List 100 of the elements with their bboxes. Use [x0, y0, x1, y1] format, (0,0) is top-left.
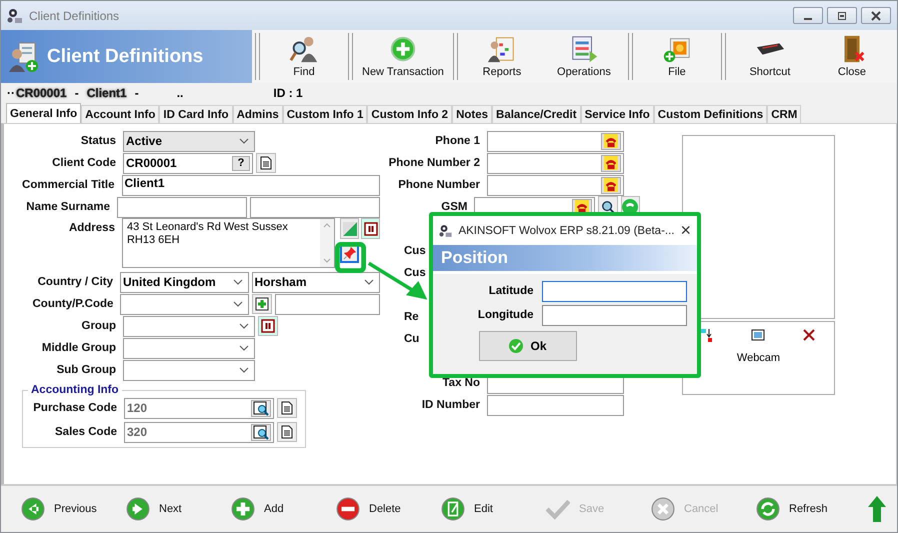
- tab[interactable]: Notes: [452, 105, 492, 123]
- close-button[interactable]: ×: [680, 220, 691, 241]
- webcam-label: Webcam: [736, 352, 780, 364]
- triangle-icon: [342, 220, 358, 236]
- tab[interactable]: Custom Info 2: [367, 105, 452, 123]
- address-field[interactable]: 43 St Leonard's Rd West Sussex RH13 6EH: [122, 218, 335, 268]
- phone-field[interactable]: [487, 152, 624, 174]
- ok-button[interactable]: Ok: [478, 331, 576, 361]
- tab[interactable]: Admins: [232, 105, 283, 123]
- document-button[interactable]: [277, 422, 297, 442]
- toolbar-button[interactable]: Find: [263, 33, 345, 80]
- chevron-icon: [364, 279, 374, 285]
- lookup-button[interactable]: [251, 424, 271, 440]
- lookup-button[interactable]: [251, 400, 271, 416]
- tab[interactable]: Service Info: [580, 105, 654, 123]
- tab[interactable]: CRM: [767, 105, 802, 123]
- chevron-icon: [239, 138, 249, 144]
- phone-button[interactable]: [601, 176, 621, 194]
- app-logo-icon: [439, 222, 452, 238]
- up-arrow-icon[interactable]: [867, 495, 887, 523]
- document-button[interactable]: [277, 398, 297, 418]
- app-logo-icon: [7, 8, 23, 24]
- plus-icon: [231, 497, 255, 521]
- toolbar-button[interactable]: Reports: [460, 33, 543, 80]
- delete-icon[interactable]: [802, 328, 816, 342]
- close-button[interactable]: [861, 7, 891, 24]
- client-card-icon: [7, 40, 41, 74]
- action-button[interactable]: Add: [231, 494, 336, 524]
- tab[interactable]: General Info: [6, 103, 82, 123]
- page-heading: Client Definitions: [47, 46, 204, 68]
- toolbar-button[interactable]: Shortcut: [728, 33, 811, 80]
- record-prefix: ··: [7, 86, 15, 100]
- chevron-icon: [239, 323, 249, 329]
- surname-field[interactable]: [250, 196, 380, 218]
- phone-field[interactable]: [487, 130, 624, 152]
- tab[interactable]: ID Card Info: [159, 105, 233, 123]
- record-dots: ..: [176, 86, 184, 100]
- toolbar-button[interactable]: File: [636, 33, 718, 80]
- pencil-icon: [441, 497, 465, 521]
- coordinate-field[interactable]: [542, 304, 686, 326]
- toolbar-button[interactable]: New Transaction: [356, 33, 450, 80]
- cancel-icon: [651, 497, 675, 521]
- pause-button[interactable]: [258, 316, 278, 336]
- phone-button[interactable]: [601, 132, 621, 150]
- check-icon: [546, 497, 570, 521]
- action-button[interactable]: Delete: [336, 494, 441, 524]
- action-button[interactable]: Next: [126, 494, 231, 524]
- text-field[interactable]: [487, 394, 624, 416]
- phone-icon: [604, 156, 618, 170]
- action-button[interactable]: Edit: [441, 494, 546, 524]
- tab[interactable]: Account Info: [81, 105, 160, 123]
- code-field[interactable]: 320: [124, 422, 274, 442]
- maximize-button[interactable]: [827, 7, 857, 24]
- pause-icon: [261, 319, 275, 333]
- tab[interactable]: Custom Definitions: [654, 105, 768, 123]
- window-title: Client Definitions: [29, 8, 120, 22]
- chevron-icon: [233, 301, 244, 307]
- action-button[interactable]: Refresh: [756, 494, 861, 524]
- coordinate-field[interactable]: [542, 280, 686, 302]
- search-icon: [253, 400, 269, 416]
- tab[interactable]: Custom Info 1: [282, 105, 368, 123]
- record-id: ID : 1: [273, 86, 303, 100]
- field-label: Cus: [404, 267, 426, 279]
- field-label: ID Number: [420, 399, 481, 411]
- toolbar-button[interactable]: Close: [810, 33, 893, 80]
- screen-icon[interactable]: [751, 328, 766, 342]
- field-label: Phone Number 2: [388, 157, 481, 169]
- name-field[interactable]: [117, 196, 247, 218]
- dropdown[interactable]: Active: [123, 130, 255, 152]
- action-button[interactable]: Previous: [21, 494, 126, 524]
- tab[interactable]: Balance/Credit: [492, 105, 581, 123]
- phone-field[interactable]: [487, 174, 624, 196]
- record-code: CR00001: [16, 86, 67, 100]
- pointer-arrow: [367, 261, 429, 301]
- minimize-button[interactable]: [793, 7, 823, 24]
- minus-icon: [336, 497, 360, 521]
- client-code-field[interactable]: CR00001 ?: [123, 152, 253, 174]
- field-label: Middle Group: [40, 342, 117, 354]
- pause-button[interactable]: [361, 218, 380, 239]
- field-label: GSM: [440, 201, 468, 213]
- field-label: Status: [80, 135, 117, 147]
- help-button[interactable]: ?: [232, 156, 250, 170]
- check-icon: [508, 338, 524, 354]
- pause-icon: [364, 222, 378, 236]
- text-field[interactable]: Client1: [122, 174, 380, 196]
- dropdown[interactable]: [123, 360, 255, 380]
- dropdown[interactable]: United Kingdom: [120, 272, 248, 292]
- dropdown[interactable]: Horsham: [252, 272, 380, 292]
- add-button[interactable]: [252, 294, 272, 314]
- record-name: Client1: [86, 86, 127, 100]
- section-title: Accounting Info: [30, 384, 120, 396]
- restore-icon: [836, 10, 848, 20]
- postcode-field[interactable]: [275, 294, 380, 314]
- close-icon: [870, 10, 882, 20]
- phone-button[interactable]: [601, 154, 621, 172]
- code-field[interactable]: 120: [124, 398, 274, 418]
- toolbar-button[interactable]: Operations: [542, 33, 625, 80]
- plus-icon: [255, 297, 270, 311]
- document-button[interactable]: [256, 153, 276, 173]
- field-label: Latitude: [488, 285, 534, 297]
